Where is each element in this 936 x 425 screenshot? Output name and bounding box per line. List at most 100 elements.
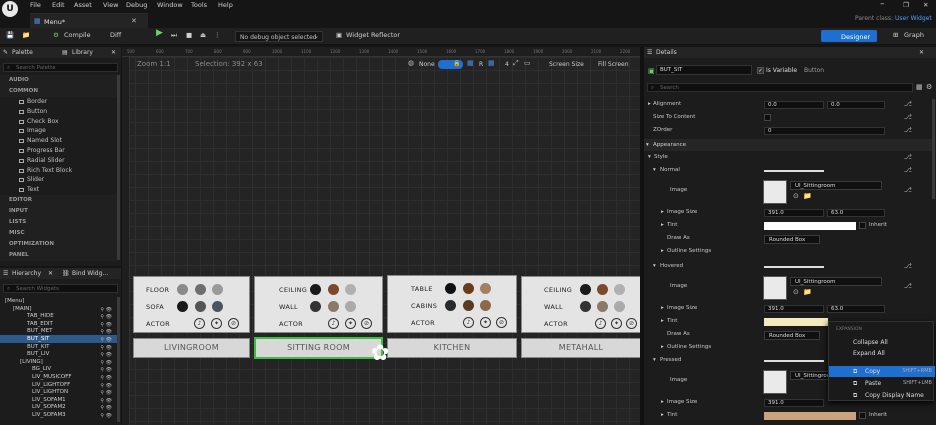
browse-asset-icon[interactable]: ⊙ [793, 288, 799, 296]
expand-arrow-icon[interactable]: ▸ [661, 248, 664, 254]
grid-snap-icon[interactable]: ▦ [467, 59, 474, 67]
palette-item-border[interactable]: Border [0, 97, 117, 107]
collapse-arrow-icon[interactable]: ▾ [653, 263, 656, 269]
kitchen-button[interactable]: KITCHEN [387, 338, 517, 358]
ceiling-swatch-1[interactable] [580, 284, 591, 295]
expand-arrow-icon[interactable]: ▸ [661, 344, 664, 350]
table-view-icon[interactable]: ▦ [916, 83, 923, 91]
sofa-swatch-3[interactable] [212, 301, 223, 312]
menu-window[interactable]: Window [157, 1, 183, 9]
paste-item[interactable]: ⧉ Paste SHIFT+LMB [829, 378, 935, 389]
hierarchy-search-input[interactable]: ⌕ Search Widgets [3, 284, 118, 293]
browse-asset-icon[interactable]: ⊙ [793, 192, 799, 200]
expand-arrow-icon[interactable]: ▸ [661, 305, 664, 311]
reset-to-default-icon[interactable]: ⎇ [904, 282, 912, 290]
wall-swatch-2[interactable] [597, 301, 608, 312]
menu-help[interactable]: Help [218, 1, 233, 9]
menu-tools[interactable]: Tools [191, 1, 207, 9]
details-scrollbar[interactable] [932, 99, 935, 199]
actor-light-icon[interactable]: ✦ [211, 318, 222, 329]
palette-item-image[interactable]: Image [0, 126, 117, 136]
screen-icon[interactable]: ▭ [524, 59, 531, 67]
category-panel[interactable]: PANEL [0, 249, 117, 261]
image-thumbnail[interactable] [763, 370, 787, 394]
tint-color-swatch[interactable] [764, 318, 828, 326]
palette-tab[interactable]: Palette [12, 49, 33, 56]
browse-icon[interactable]: 📁 [22, 31, 30, 39]
collapse-all-item[interactable]: Collapse All [829, 337, 935, 348]
copy-item[interactable]: ⧉ Copy SHIFT+RMB [829, 366, 935, 377]
image-asset-dropdown[interactable]: UI_Sittingroom [790, 371, 835, 380]
reset-to-default-icon[interactable]: ⎇ [904, 262, 912, 270]
menu-debug[interactable]: Debug [126, 1, 147, 9]
ceiling-swatch-3[interactable] [614, 284, 625, 295]
settings-gear-icon[interactable]: ⚙ [926, 83, 932, 91]
table-swatch-2[interactable] [463, 283, 474, 294]
image-thumbnail[interactable] [763, 180, 787, 204]
alignment-y-input[interactable]: 0.0 [827, 101, 885, 109]
palette-item-progress-bar[interactable]: Progress Bar [0, 146, 117, 156]
category-misc[interactable]: MISC [0, 227, 117, 239]
more-options-icon[interactable]: ⋮ [214, 31, 221, 39]
palette-scrollbar[interactable] [117, 75, 120, 260]
globe-icon[interactable]: ◍ [408, 59, 414, 67]
actor-light-icon[interactable]: ✦ [480, 317, 491, 328]
menu-edit[interactable]: Edit [52, 1, 65, 9]
sofa-swatch-2[interactable] [195, 301, 206, 312]
tree-item-but-met[interactable]: BUT_MET ⚲ 👁 [0, 327, 117, 335]
actor-light-off-icon[interactable]: ⊘ [496, 317, 507, 328]
palette-search-input[interactable]: ⌕ Search Palette [3, 63, 118, 72]
close-tab-icon[interactable]: ✕ [131, 17, 137, 25]
designer-mode-button[interactable]: Designer [821, 30, 877, 42]
size-to-content-checkbox[interactable] [764, 114, 771, 121]
snap-r-label[interactable]: R [479, 61, 483, 68]
menu-view[interactable]: View [103, 1, 118, 9]
menu-asset[interactable]: Asset [74, 1, 92, 9]
category-optimization[interactable]: OPTIMIZATION [0, 238, 117, 250]
expand-arrow-icon[interactable]: ▸ [661, 318, 664, 324]
category-audio[interactable]: AUDIO [0, 75, 117, 86]
alignment-x-input[interactable]: 0.0 [764, 101, 824, 109]
widget-reflector-button[interactable]: Widget Reflector [346, 31, 400, 39]
palette-item-radial-slider[interactable]: Radial Slider [0, 156, 117, 166]
designer-canvas[interactable]: Zoom 1:1 Selection: 392 x 63 ◍ None 🔒 ▦ … [122, 57, 641, 425]
screen-size-dropdown[interactable]: Screen Size [549, 61, 584, 68]
tree-item-liv-sofam2[interactable]: LIV_SOFAM2 ⚲ 👁 [0, 403, 117, 411]
collapse-arrow-icon[interactable]: ▾ [648, 154, 651, 160]
sitting-room-button[interactable]: SITTING ROOM [254, 337, 383, 359]
tree-item-but-liv[interactable]: BUT_LIV ⚲ 👁 [0, 350, 117, 358]
cabins-swatch-1[interactable] [445, 300, 456, 311]
play-icon[interactable]: ▶ [156, 28, 163, 38]
palette-item-rich-text[interactable]: Rich Text Block [0, 166, 117, 176]
actor-music-off-icon[interactable]: ♪ [595, 318, 606, 329]
details-tab[interactable]: Details [656, 49, 677, 56]
tree-item-liv-sofam1[interactable]: LIV_SOFAM1 ⚲ 👁 [0, 396, 117, 404]
menu-file[interactable]: File [30, 1, 41, 9]
tree-item-living[interactable]: [LIVING] ⚲ 👁 [0, 358, 117, 366]
reset-to-default-icon[interactable]: ⎇ [904, 186, 912, 194]
maximize-icon[interactable]: ❐ [903, 1, 909, 9]
actor-music-off-icon[interactable]: ♪ [328, 318, 339, 329]
table-swatch-3[interactable] [480, 283, 491, 294]
actor-light-off-icon[interactable]: ⊘ [228, 318, 239, 329]
expand-arrow-icon[interactable]: ▸ [661, 222, 664, 228]
graph-mode-button[interactable]: Graph [904, 31, 924, 39]
parent-class-link[interactable]: User Widget [895, 15, 932, 22]
reset-to-default-icon[interactable]: ⎇ [904, 100, 912, 108]
expand-arrow-icon[interactable]: ▸ [661, 209, 664, 215]
image-asset-dropdown[interactable]: UI_Sittingroom [790, 181, 882, 190]
category-common[interactable]: COMMON [0, 86, 117, 97]
graph-icon[interactable]: ⊞ [893, 31, 898, 39]
tree-item-liv-sofam3[interactable]: LIV_SOFAM3 ⚲ 👁 [0, 411, 117, 419]
sofa-swatch-1[interactable] [177, 301, 188, 312]
palette-item-named-slot[interactable]: Named Slot [0, 136, 117, 146]
actor-light-icon[interactable]: ✦ [345, 318, 356, 329]
step-icon[interactable]: ⏭ [171, 31, 177, 40]
close-panel-icon[interactable]: ✕ [111, 49, 116, 56]
tree-item-liv-lighton[interactable]: LIV_LIGHTON ⚲ 👁 [0, 388, 117, 396]
ceiling-swatch-2[interactable] [328, 284, 339, 295]
tab-menu[interactable]: ▦ Menu* ✕ [30, 13, 148, 28]
copy-display-name-item[interactable]: ⧉ Copy Display Name [829, 390, 935, 401]
expand-arrow-icon[interactable]: ▸ [661, 412, 664, 418]
actor-music-off-icon[interactable]: ♪ [194, 318, 205, 329]
